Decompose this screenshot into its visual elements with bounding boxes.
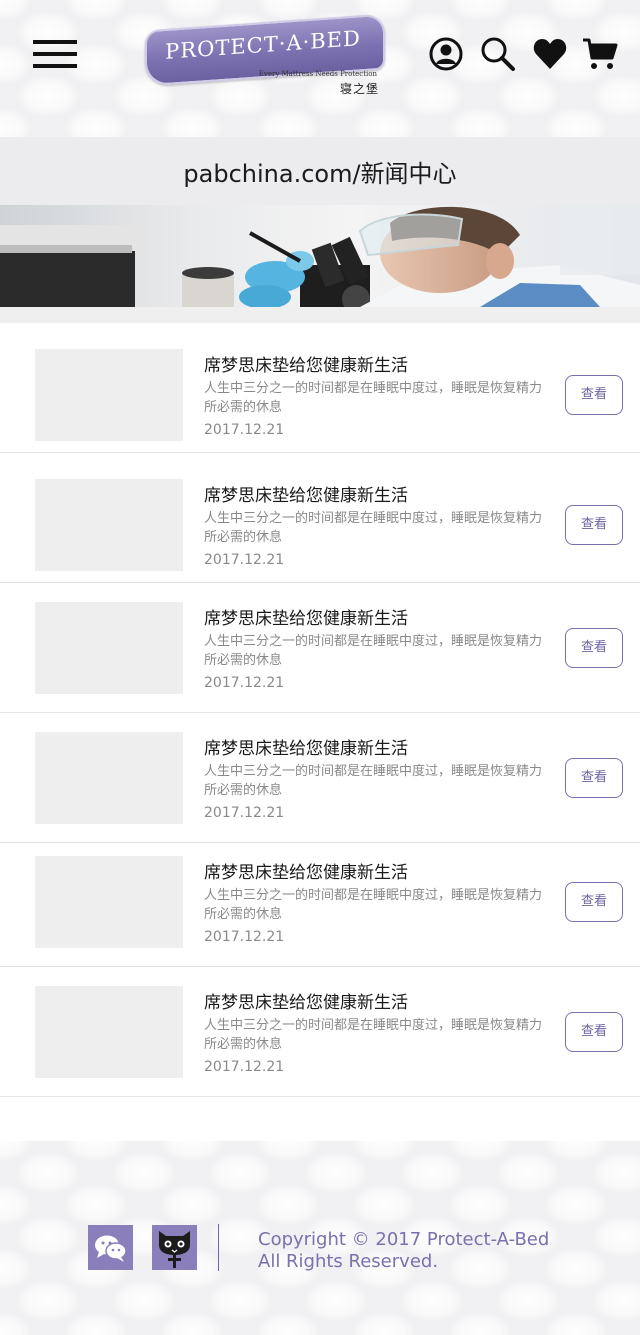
list-item[interactable]: 席梦思床垫给您健康新生活 人生中三分之一的时间都是在睡眠中度过，睡眠是恢复精力所… [0,583,640,713]
view-button[interactable]: 查看 [565,375,623,415]
news-summary: 人生中三分之一的时间都是在睡眠中度过，睡眠是恢复精力所必需的休息 [204,511,543,545]
copyright-line: Copyright © 2017 Protect-A-Bed [258,1229,550,1250]
search-icon[interactable] [480,36,516,72]
header: PROTECT·A·BED Every Mattress Needs Prote… [0,0,640,137]
hero-banner-image [0,205,640,307]
page-title: pabchina.com/新闻中心 [183,160,457,188]
list-item[interactable]: 席梦思床垫给您健康新生活 人生中三分之一的时间都是在睡眠中度过，睡眠是恢复精力所… [0,967,640,1097]
news-date: 2017.12.21 [204,422,285,438]
footer: Copyright © 2017 Protect-A-Bed All Right… [0,1141,640,1335]
news-date: 2017.12.21 [204,1059,285,1075]
news-title[interactable]: 席梦思床垫给您健康新生活 [204,604,408,629]
rights-line: All Rights Reserved. [258,1251,439,1272]
page-title-bar: pabchina.com/新闻中心 [0,137,640,205]
view-button[interactable]: 查看 [565,628,623,668]
copyright-text: Copyright © 2017 Protect-A-Bed All Right… [258,1229,549,1273]
news-date: 2017.12.21 [204,805,285,821]
list-item[interactable]: 席梦思床垫给您健康新生活 人生中三分之一的时间都是在睡眠中度过，睡眠是恢复精力所… [0,713,640,843]
user-icon[interactable] [428,36,464,72]
news-summary: 人生中三分之一的时间都是在睡眠中度过，睡眠是恢复精力所必需的休息 [204,764,543,798]
news-title[interactable]: 席梦思床垫给您健康新生活 [204,734,408,759]
cart-icon[interactable] [582,36,618,72]
news-title[interactable]: 席梦思床垫给您健康新生活 [204,858,408,883]
news-date: 2017.12.21 [204,929,285,945]
news-thumbnail[interactable] [35,986,183,1078]
news-summary: 人生中三分之一的时间都是在睡眠中度过，睡眠是恢复精力所必需的休息 [204,634,543,668]
list-item[interactable]: 席梦思床垫给您健康新生活 人生中三分之一的时间都是在睡眠中度过，睡眠是恢复精力所… [0,323,640,453]
logo-chinese-name: 寝之堡 [339,82,379,96]
footer-divider [218,1224,219,1271]
news-thumbnail[interactable] [35,479,183,571]
view-button[interactable]: 查看 [565,1012,623,1052]
news-title[interactable]: 席梦思床垫给您健康新生活 [204,351,408,376]
list-item[interactable]: 席梦思床垫给您健康新生活 人生中三分之一的时间都是在睡眠中度过，睡眠是恢复精力所… [0,453,640,583]
news-date: 2017.12.21 [204,552,285,568]
menu-icon[interactable] [33,40,77,70]
news-title[interactable]: 席梦思床垫给您健康新生活 [204,481,408,506]
news-thumbnail[interactable] [35,856,183,948]
tmall-icon[interactable] [152,1225,197,1270]
heart-icon[interactable] [532,36,568,72]
section-divider [0,307,640,323]
wechat-icon[interactable] [88,1225,133,1270]
news-summary: 人生中三分之一的时间都是在睡眠中度过，睡眠是恢复精力所必需的休息 [204,1018,543,1052]
news-thumbnail[interactable] [35,602,183,694]
logo-tagline: Every Mattress Needs Protection [258,70,377,78]
news-thumbnail[interactable] [35,732,183,824]
news-thumbnail[interactable] [35,349,183,441]
list-item[interactable]: 席梦思床垫给您健康新生活 人生中三分之一的时间都是在睡眠中度过，睡眠是恢复精力所… [0,843,640,967]
news-list: 席梦思床垫给您健康新生活 人生中三分之一的时间都是在睡眠中度过，睡眠是恢复精力所… [0,323,640,1097]
news-summary: 人生中三分之一的时间都是在睡眠中度过，睡眠是恢复精力所必需的休息 [204,381,543,415]
news-title[interactable]: 席梦思床垫给您健康新生活 [204,988,408,1013]
brand-logo[interactable]: PROTECT·A·BED Every Mattress Needs Prote… [145,13,385,98]
news-summary: 人生中三分之一的时间都是在睡眠中度过，睡眠是恢复精力所必需的休息 [204,888,543,922]
view-button[interactable]: 查看 [565,882,623,922]
view-button[interactable]: 查看 [565,758,623,798]
view-button[interactable]: 查看 [565,505,623,545]
news-date: 2017.12.21 [204,675,285,691]
